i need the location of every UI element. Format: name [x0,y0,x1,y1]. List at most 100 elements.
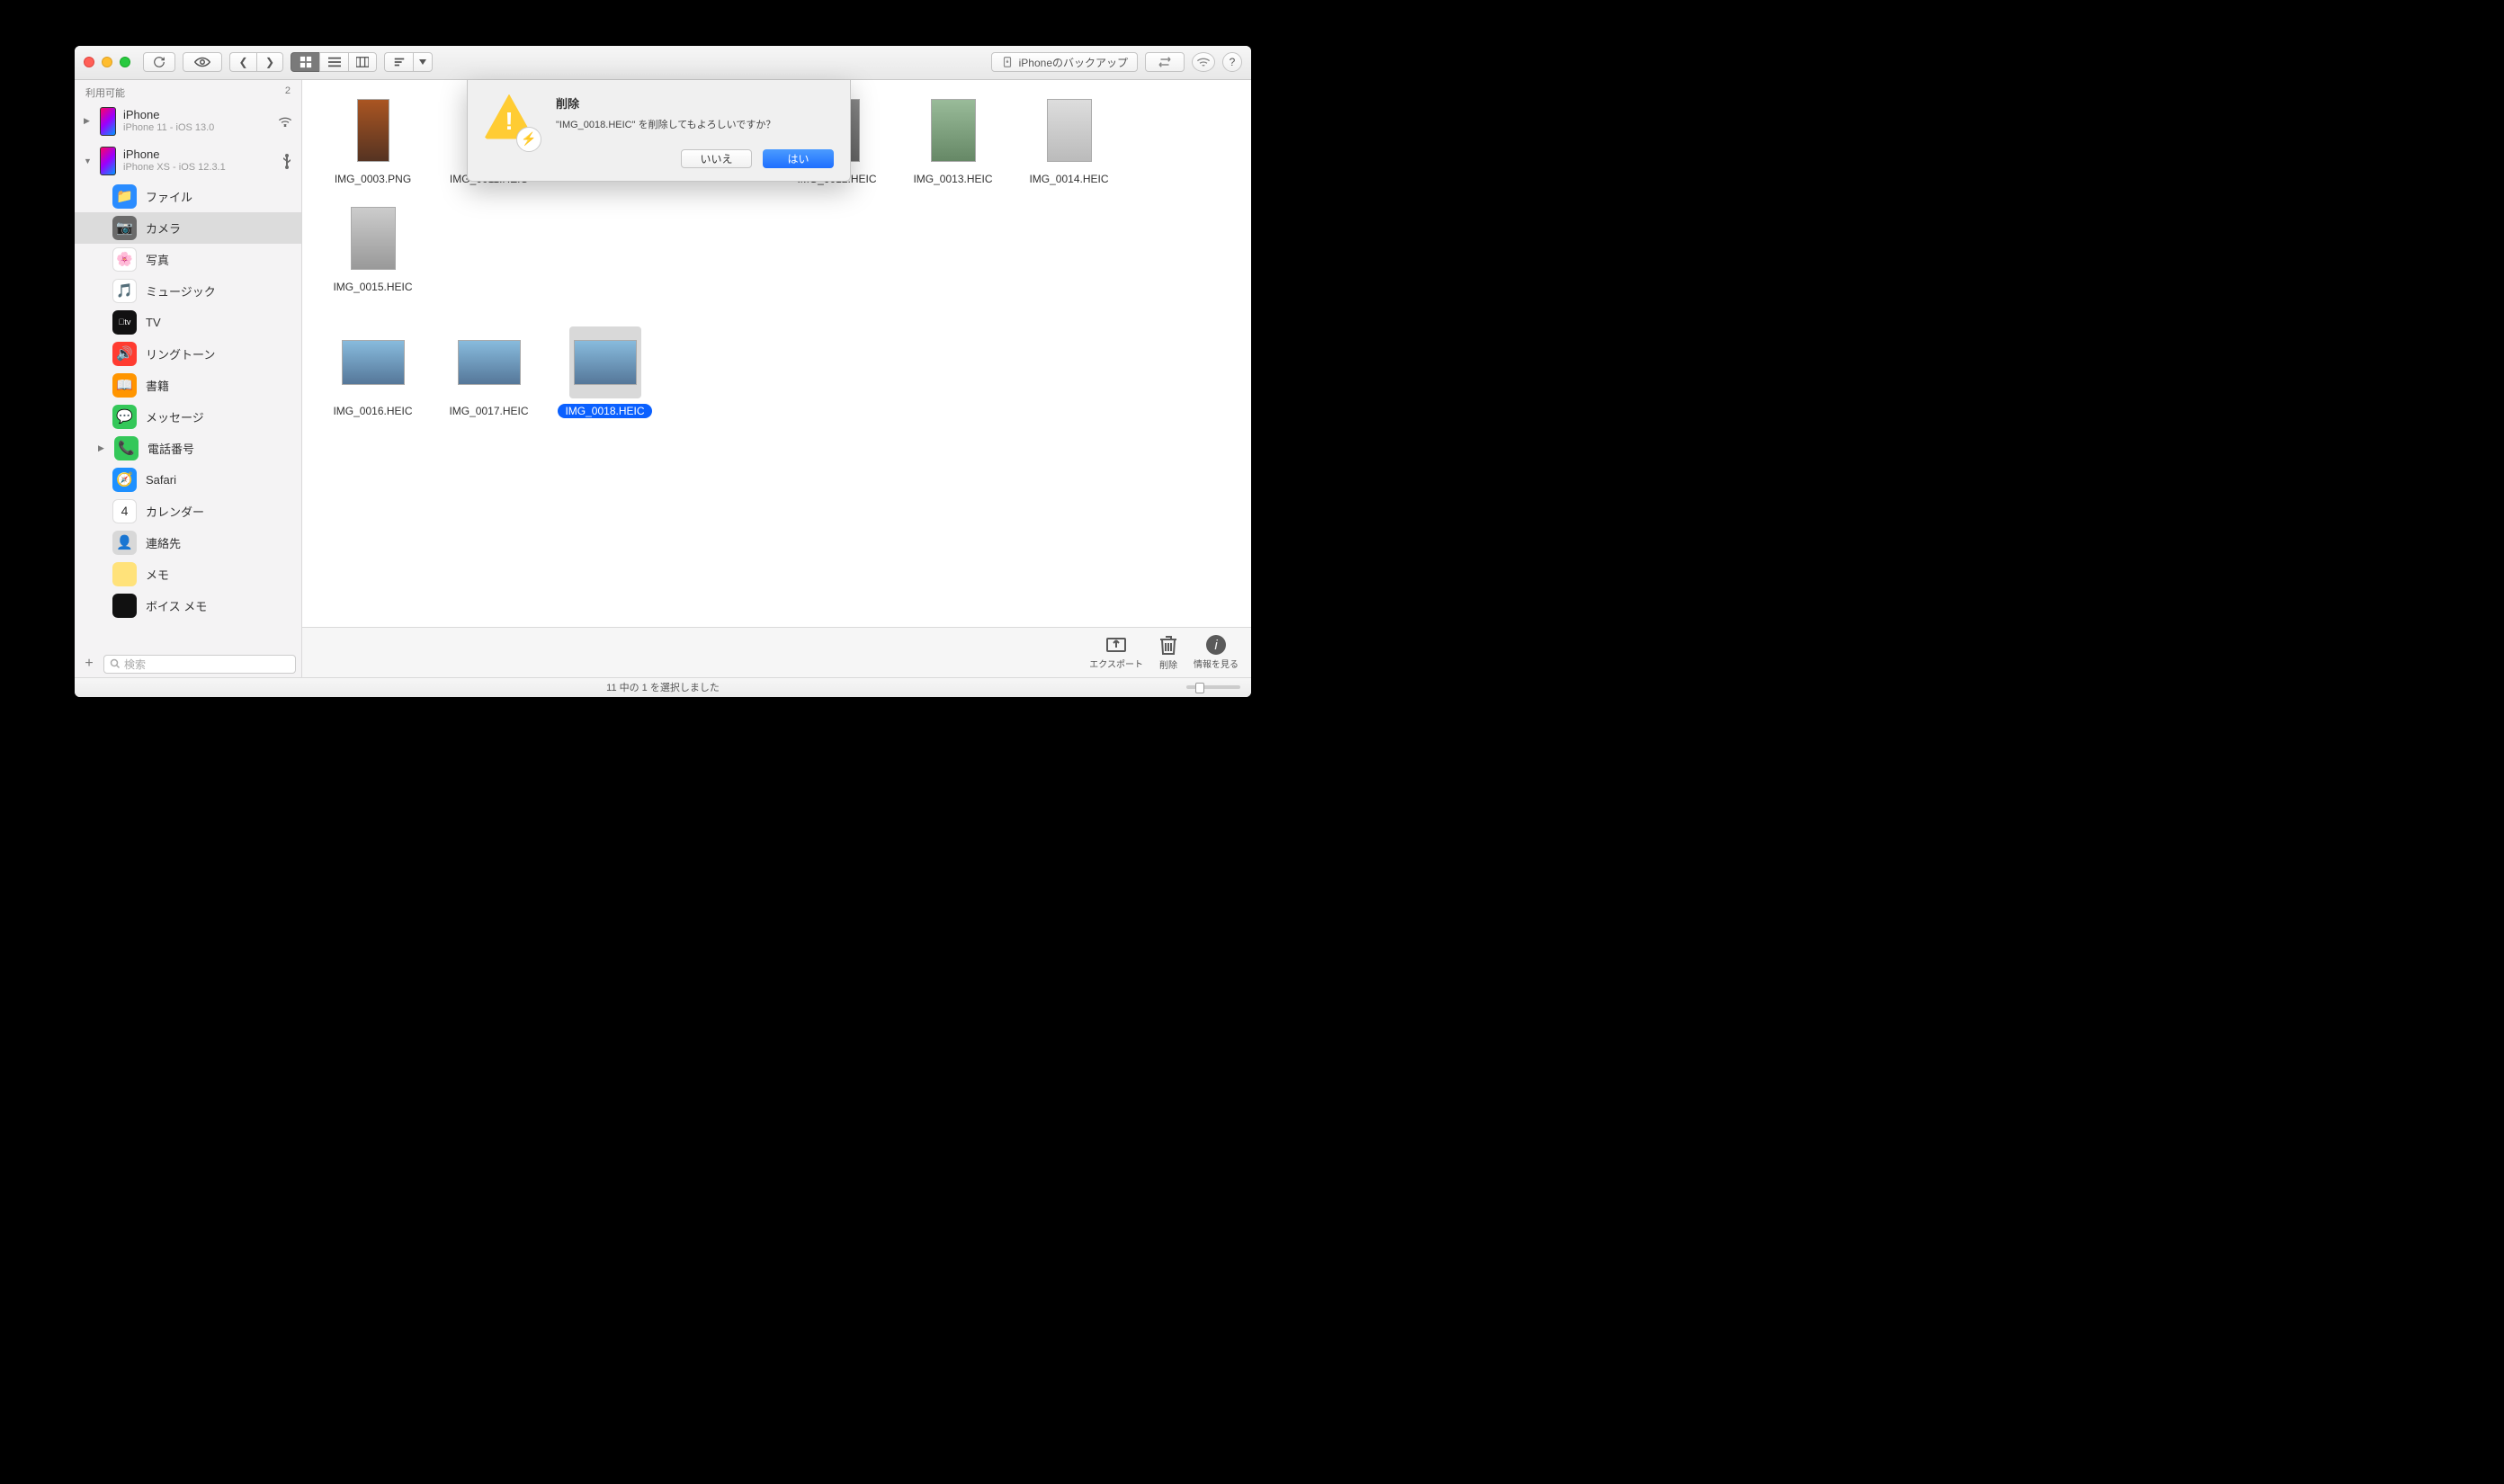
sidebar-item-label: Safari [146,473,176,487]
minimize-window-button[interactable] [102,57,112,67]
device-item-0[interactable]: ▶ iPhone iPhone 11 - iOS 13.0 [75,102,301,141]
phone-icon [100,107,116,136]
sidebar-categories: 📁 ファイル 📷カメラ 🌸 写真 🎵ミュージック tv TV 🔊リングトーン📖書籍💬メッセージ… [75,181,301,651]
sidebar-item-6[interactable]: 📖書籍 [75,370,301,401]
chevron-right-icon: ▶ [84,116,93,126]
add-button[interactable]: + [80,655,98,673]
file-name: IMG_0003.PNG [327,172,418,186]
file-item[interactable]: IMG_0013.HEIC [895,94,1011,186]
dialog-yes-button[interactable]: はい [763,149,834,168]
file-name: IMG_0014.HEIC [1022,172,1115,186]
sidebar-bottom: + 検索 [75,651,301,677]
info-button[interactable]: i 情報を見る [1194,635,1239,670]
sidebar: 利用可能 2 ▶ iPhone iPhone 11 - iOS 13.0 ▼ i… [75,80,302,677]
sidebar-item-0[interactable]: 📁 ファイル [75,181,301,212]
app-icon [112,562,137,586]
quicklook-button[interactable] [183,52,222,72]
file-name: IMG_0013.HEIC [906,172,999,186]
refresh-button[interactable] [143,52,175,72]
back-button[interactable]: ❮ [229,52,256,72]
sidebar-item-13[interactable]: ボイス メモ [75,590,301,621]
sort-button[interactable] [384,52,413,72]
search-icon [110,658,121,669]
app-icon [112,594,137,618]
thumbnail [1033,94,1105,166]
chevron-right-icon: ▶ [98,443,105,453]
app-window: ❮ ❯ iPhoneのバックアップ [75,46,1251,697]
status-bar: 11 中の 1 を選択しました [75,677,1251,697]
file-item[interactable]: IMG_0003.PNG [315,94,431,186]
help-button[interactable]: ? [1222,52,1242,72]
sidebar-item-label: 写真 [146,251,169,268]
app-icon: 🎵 [112,279,137,303]
export-icon [1105,635,1127,655]
sidebar-item-label: メモ [146,566,169,583]
delete-confirm-dialog: ⚡ 削除 "IMG_0018.HEIC" を削除してもよろしいですか？ いいえ … [467,80,851,182]
forward-button[interactable]: ❯ [256,52,283,72]
sidebar-item-label: カレンダー [146,503,204,520]
sidebar-item-11[interactable]: 👤連絡先 [75,527,301,559]
device-sub: iPhone 11 - iOS 13.0 [123,122,271,134]
sidebar-item-label: 連絡先 [146,534,181,551]
window-controls [84,57,130,67]
usb-icon [282,153,292,169]
file-name: IMG_0017.HEIC [442,404,535,418]
nav-segment: ❮ ❯ [229,52,283,72]
file-name: IMG_0018.HEIC [558,404,651,418]
sidebar-item-4[interactable]: tv TV [75,307,301,338]
sidebar-item-8[interactable]: ▶📞電話番号 [75,433,301,464]
file-item[interactable]: IMG_0015.HEIC [315,202,431,294]
column-view-button[interactable] [348,52,377,72]
backup-button[interactable]: iPhoneのバックアップ [991,52,1138,72]
sidebar-item-label: ファイル [146,188,192,205]
sidebar-item-2[interactable]: 🌸 写真 [75,244,301,275]
wifi-status-icon[interactable] [1192,52,1215,72]
sidebar-item-3[interactable]: 🎵ミュージック [75,275,301,307]
delete-button[interactable]: 削除 [1159,634,1177,671]
icon-view-button[interactable] [291,52,319,72]
warning-icon: ⚡ [484,94,541,152]
sidebar-item-7[interactable]: 💬メッセージ [75,401,301,433]
sort-dropdown-button[interactable] [413,52,433,72]
device-name: iPhone [123,148,274,162]
app-icon: 💬 [112,405,137,429]
file-item[interactable]: IMG_0018.HEIC [547,326,663,418]
file-item[interactable]: IMG_0017.HEIC [431,326,547,418]
search-placeholder: 検索 [124,657,146,672]
app-icon: 📞 [114,436,139,460]
close-window-button[interactable] [84,57,94,67]
app-icon: 🧭 [112,468,137,492]
dialog-title: 削除 [556,94,834,112]
thumbnail [337,326,409,398]
delete-label: 削除 [1159,657,1177,671]
dialog-no-button[interactable]: いいえ [681,149,752,168]
view-segment [291,52,377,72]
sidebar-item-5[interactable]: 🔊リングトーン [75,338,301,370]
app-icon: 📁 [112,184,137,209]
wifi-icon [278,116,292,127]
action-bar: エクスポート 削除 i 情報を見る [302,627,1251,677]
sidebar-item-label: TV [146,316,161,329]
transfer-button[interactable] [1145,52,1185,72]
search-input[interactable]: 検索 [103,655,296,674]
sidebar-item-12[interactable]: メモ [75,559,301,590]
zoom-slider[interactable] [1186,685,1240,689]
zoom-window-button[interactable] [120,57,130,67]
list-view-button[interactable] [319,52,348,72]
thumbnail [917,94,989,166]
sidebar-item-9[interactable]: 🧭 Safari [75,464,301,496]
sidebar-item-1[interactable]: 📷カメラ [75,212,301,244]
app-icon: 🌸 [112,247,137,272]
export-button[interactable]: エクスポート [1089,635,1143,670]
sidebar-header-label: 利用可能 [85,85,125,100]
file-name: IMG_0016.HEIC [326,404,419,418]
sidebar-item-10[interactable]: 4カレンダー [75,496,301,527]
download-icon [1001,56,1014,68]
app-icon: tv [112,310,137,335]
device-item-1[interactable]: ▼ iPhone iPhone XS - iOS 12.3.1 [75,141,301,181]
app-icon: 📖 [112,373,137,398]
file-item[interactable]: IMG_0014.HEIC [1011,94,1127,186]
file-item[interactable]: IMG_0016.HEIC [315,326,431,418]
phone-icon [100,147,116,175]
export-label: エクスポート [1089,657,1143,670]
